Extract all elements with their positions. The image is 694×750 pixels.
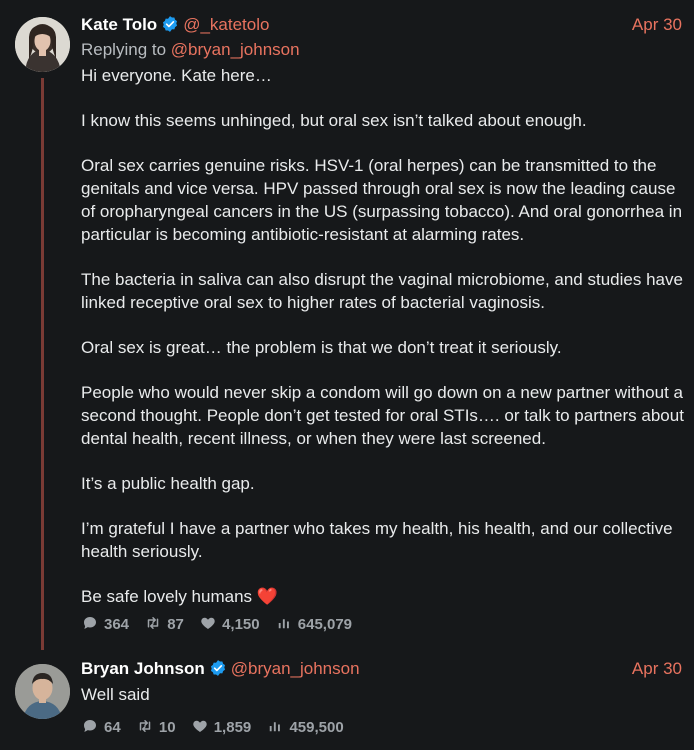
paragraph: Oral sex carries genuine risks. HSV-1 (o…: [81, 156, 683, 244]
tweet-text: Hi everyone. Kate here… I know this seem…: [81, 64, 686, 630]
thread-connector-line: [41, 78, 44, 650]
paragraph: I know this seems unhinged, but oral sex…: [81, 111, 587, 130]
paragraph: The bacteria in saliva can also disrupt …: [81, 270, 683, 312]
paragraph: Hi everyone. Kate here…: [81, 66, 272, 85]
tweet-header: Kate Tolo @_katetolo Apr 30: [81, 13, 682, 37]
views-count: 645,079: [297, 616, 353, 633]
tweet-date[interactable]: Apr 30: [632, 657, 682, 681]
reply-button[interactable]: 364: [81, 614, 129, 635]
author-handle[interactable]: @_katetolo: [183, 15, 269, 34]
avatar[interactable]: [15, 17, 70, 72]
avatar[interactable]: [15, 664, 70, 719]
paragraph: People who would never skip a condom wil…: [81, 383, 684, 448]
paragraph: It’s a public health gap.: [81, 474, 255, 493]
retweet-count: 10: [158, 719, 176, 736]
heart-emoji: ❤️: [256, 587, 278, 606]
retweet-icon: [139, 720, 151, 732]
like-button[interactable]: 4,150: [199, 614, 260, 635]
like-count: 4,150: [222, 616, 260, 633]
reply-button[interactable]: 64: [81, 717, 121, 738]
tweet-header: Bryan Johnson @bryan_johnson Apr 30: [81, 657, 682, 681]
replying-handle[interactable]: @bryan_johnson: [171, 40, 300, 59]
tweet-actions: 64 10 1,859 459,500: [81, 717, 355, 737]
retweet-button[interactable]: 10: [136, 717, 176, 738]
like-icon: [193, 720, 207, 732]
retweet-count: 87: [167, 616, 184, 633]
views-button[interactable]: 645,079: [275, 614, 352, 635]
replying-prefix: Replying to: [81, 40, 167, 59]
reply-count: 364: [104, 616, 130, 633]
reply-icon: [84, 617, 96, 629]
paragraph-closing: Be safe lovely humans ❤️: [81, 585, 686, 608]
author-name[interactable]: Bryan Johnson: [81, 659, 205, 678]
reply-icon: [84, 720, 96, 732]
reply-count: 64: [104, 719, 121, 736]
closing-text: Be safe lovely humans: [81, 587, 253, 606]
like-button[interactable]: 1,859: [191, 717, 252, 738]
paragraph: I’m grateful I have a partner who takes …: [81, 519, 673, 561]
retweet-icon: [147, 617, 159, 629]
thread: Kate Tolo @_katetolo Apr 30 Replying to @…: [0, 0, 694, 750]
like-icon: [201, 617, 215, 629]
views-icon: [278, 619, 289, 629]
replying-to: Replying to @bryan_johnson: [81, 38, 300, 62]
verified-badge-icon: [161, 15, 179, 40]
tweet-actions: 364 87 4,150 645,079: [81, 614, 363, 634]
paragraph: Oral sex is great… the problem is that w…: [81, 338, 562, 357]
views-button[interactable]: 459,500: [266, 717, 344, 738]
verified-badge-icon: [209, 659, 227, 684]
tweet-bryan-johnson[interactable]: Bryan Johnson @bryan_johnson Apr 30 Well …: [0, 650, 694, 750]
views-icon: [270, 722, 281, 732]
author-handle[interactable]: @bryan_johnson: [231, 659, 360, 678]
tweet-kate-tolo[interactable]: Kate Tolo @_katetolo Apr 30 Replying to @…: [0, 0, 694, 650]
author-name[interactable]: Kate Tolo: [81, 15, 157, 34]
views-count: 459,500: [289, 719, 344, 736]
retweet-button[interactable]: 87: [144, 614, 184, 635]
paragraph: Well said: [81, 685, 150, 704]
like-count: 1,859: [213, 719, 252, 736]
tweet-date[interactable]: Apr 30: [632, 13, 682, 37]
